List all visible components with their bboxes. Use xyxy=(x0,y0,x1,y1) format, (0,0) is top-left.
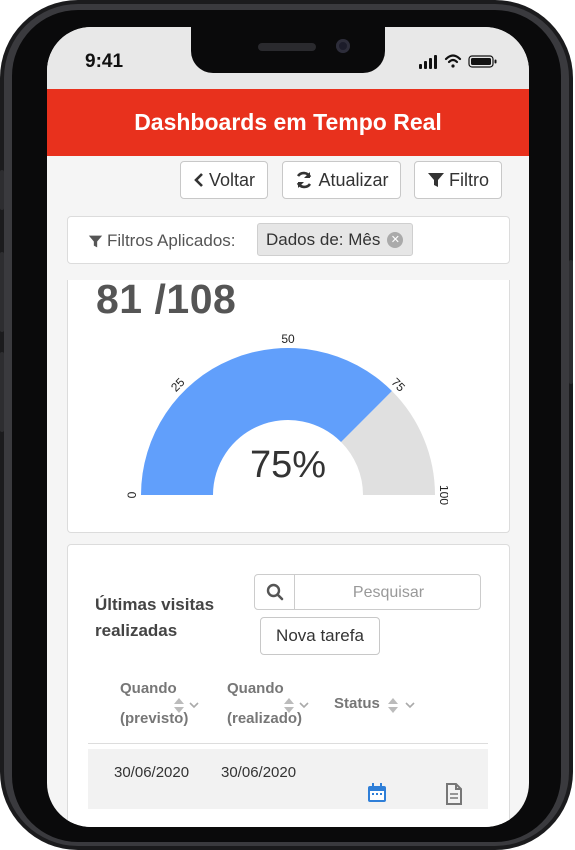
battery-icon xyxy=(468,55,497,68)
filter-chip[interactable]: Dados de: Mês ✕ xyxy=(257,223,414,256)
applied-filters-label: Filtros Aplicados: xyxy=(88,231,236,251)
status-time: 9:41 xyxy=(85,51,124,72)
volume-up-button xyxy=(0,252,4,332)
filter-icon xyxy=(428,173,444,187)
cell-planned-date: 30/06/2020 xyxy=(114,764,190,781)
filter-button[interactable]: Filtro xyxy=(414,161,502,199)
gauge-tick-label: 50 xyxy=(281,332,295,346)
sort-icon[interactable] xyxy=(172,696,202,716)
new-task-button[interactable]: Nova tarefa xyxy=(260,617,380,655)
mute-switch xyxy=(0,170,4,210)
search-input[interactable] xyxy=(295,575,482,611)
remove-filter-icon[interactable]: ✕ xyxy=(387,232,404,248)
sort-icon[interactable] xyxy=(282,696,312,716)
refresh-button[interactable]: Atualizar xyxy=(282,161,401,199)
gauge-tick-label: 0 xyxy=(125,491,139,498)
metric-value: 81 /108 xyxy=(96,276,237,322)
signal-icon xyxy=(419,55,437,69)
page-title: Dashboards em Tempo Real xyxy=(134,109,442,135)
applied-filters-card: Filtros Aplicados: Dados de: Mês ✕ xyxy=(67,216,510,264)
calendar-icon[interactable] xyxy=(367,783,387,803)
status-icons xyxy=(419,54,497,69)
search-button[interactable] xyxy=(255,575,295,609)
gauge-tick-label: 100 xyxy=(437,485,448,505)
sort-icon[interactable] xyxy=(386,696,420,716)
search-box xyxy=(254,574,482,611)
filter-icon xyxy=(88,235,103,247)
gauge-card: 81 /108 0 25 50 75 100 75% xyxy=(67,276,510,533)
back-button[interactable]: Voltar xyxy=(180,161,268,199)
table-row[interactable]: 30/06/2020 30/06/2020 xyxy=(88,749,488,809)
table-header-divider xyxy=(88,743,488,744)
back-button-label: Voltar xyxy=(208,169,256,190)
gauge-chart: 025507510075% xyxy=(125,332,448,505)
front-camera xyxy=(336,39,350,53)
speaker xyxy=(258,43,316,51)
cell-done-date: 30/06/2020 xyxy=(221,764,297,781)
document-icon[interactable] xyxy=(445,783,463,805)
status-bar: 9:41 xyxy=(47,27,529,89)
power-button xyxy=(569,260,573,384)
volume-down-button xyxy=(0,352,4,432)
filter-chip-label: Dados de: Mês xyxy=(266,229,381,249)
applied-filters-text: Filtros Aplicados: xyxy=(107,231,236,250)
phone-mockup: 9:41 Dashboards em Tempo Real Voltar Atu… xyxy=(0,0,575,850)
column-header-status[interactable]: Status xyxy=(334,689,380,719)
chevron-left-icon xyxy=(194,173,203,187)
column-header-status-label: Status xyxy=(334,695,380,712)
visits-title: Últimas visitas realizadas xyxy=(95,595,215,640)
app-header: Dashboards em Tempo Real xyxy=(47,89,529,156)
refresh-button-label: Atualizar xyxy=(318,169,389,190)
filter-button-label: Filtro xyxy=(449,169,489,190)
refresh-icon xyxy=(297,171,312,189)
search-icon xyxy=(266,583,283,601)
visits-card: Últimas visitas realizadas Nova tarefa Q… xyxy=(67,544,510,827)
notch xyxy=(191,27,385,73)
phone-screen: 9:41 Dashboards em Tempo Real Voltar Atu… xyxy=(47,27,529,827)
wifi-icon xyxy=(444,54,462,68)
gauge-center-label: 75% xyxy=(250,444,326,486)
